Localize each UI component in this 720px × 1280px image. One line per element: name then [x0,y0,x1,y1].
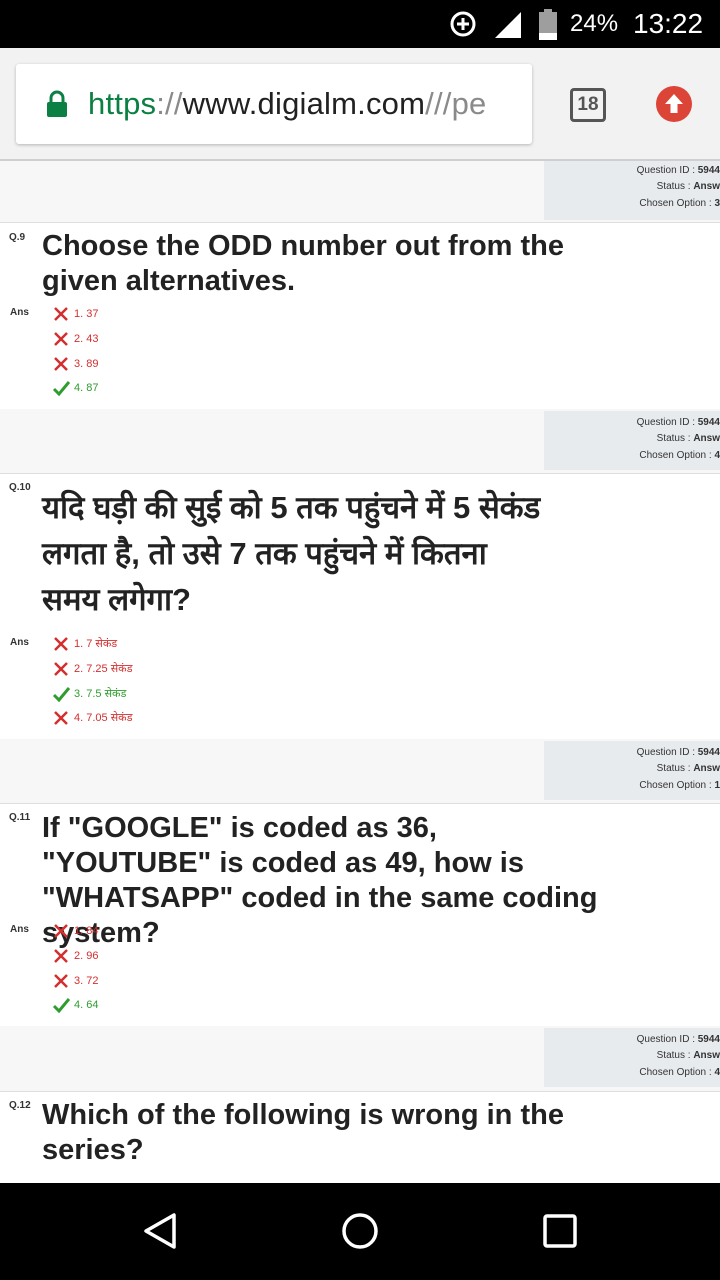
status-row: Status : Answ [656,433,720,444]
chosen-option-row: Chosen Option : 1 [639,780,720,791]
cross-icon [54,974,68,988]
ans-label: Ans [10,637,29,648]
back-icon[interactable] [140,1211,180,1251]
question-text: Choose the ODD number out from the given… [42,230,564,297]
answer-info-strip: Question ID : 5944 Status : Answ Chosen … [0,1026,720,1092]
check-icon [52,687,70,702]
cross-icon [54,637,68,651]
cross-icon [54,662,68,676]
status-row: Status : Answ [656,181,720,192]
question-text: If "GOOGLE" is coded as 36, "YOUTUBE" is… [42,812,598,949]
answer-info-box: Question ID : 5944 Status : Answ Chosen … [544,1028,720,1087]
url-path: ///pe [425,86,487,121]
cross-icon [54,924,68,938]
question-id-row: Question ID : 5944 [636,165,720,176]
ans-label: Ans [10,307,29,318]
ans-label: Ans [10,924,29,935]
url-separator: :// [156,86,183,121]
status-row: Status : Answ [656,763,720,774]
question-text: यदि घड़ी की सुई को 5 तक पहुंचने में 5 से… [42,490,541,617]
system-nav-bar [0,1183,720,1280]
tab-switcher-button[interactable]: 18 [570,88,606,122]
chosen-option-row: Chosen Option : 4 [639,1067,720,1078]
cross-icon [54,949,68,963]
check-icon [52,998,70,1013]
url-scheme: https [88,86,157,121]
check-icon [52,381,70,396]
url-host: www.digialm.com [182,86,426,121]
question-number: Q.9 [9,232,26,243]
lock-icon [47,90,67,117]
update-button[interactable] [656,86,692,122]
clock-time: 13:22 [633,8,704,39]
answer-info-strip: Question ID : 5944 Status : Answ Chosen … [0,739,720,804]
question-id-row: Question ID : 5944 [636,417,720,428]
question-number: Q.11 [9,812,31,823]
question-id-row: Question ID : 5944 [636,747,720,758]
signal-icon [495,12,521,38]
question-id-row: Question ID : 5944 [636,1034,720,1045]
status-row: Status : Answ [656,1050,720,1061]
arrow-up-icon [665,94,683,113]
answer-info-box: Question ID : 5944 Status : Answ Chosen … [544,161,720,220]
answer-info-strip: Question ID : 5944 Status : Answ Chosen … [0,409,720,474]
data-saver-icon [450,11,476,37]
cross-icon [54,357,68,371]
home-icon[interactable] [340,1211,380,1251]
browser-toolbar: https://www.digialm.com///pe 18 [0,48,720,160]
question-text: Which of the following is wrong in the s… [42,1099,564,1166]
page-content: Question ID : 5944 Status : Answ Chosen … [0,161,720,1183]
cross-icon [54,332,68,346]
answer-info-box: Question ID : 5944 Status : Answ Chosen … [544,411,720,470]
status-bar: 24% 13:22 [0,0,720,48]
chosen-option-row: Chosen Option : 4 [639,450,720,461]
cross-icon [54,307,68,321]
cross-icon [54,711,68,725]
question-number: Q.10 [9,482,31,493]
answer-info-box: Question ID : 5944 Status : Answ Chosen … [544,741,720,800]
recent-apps-icon[interactable] [540,1211,580,1251]
question-number: Q.12 [9,1100,31,1111]
battery-percent: 24% [570,10,619,37]
address-bar[interactable]: https://www.digialm.com///pe [16,64,532,144]
battery-icon [539,9,557,40]
url-text: https://www.digialm.com///pe [88,86,486,122]
chosen-option-row: Chosen Option : 3 [639,198,720,209]
answer-info-strip: Question ID : 5944 Status : Answ Chosen … [0,161,720,223]
